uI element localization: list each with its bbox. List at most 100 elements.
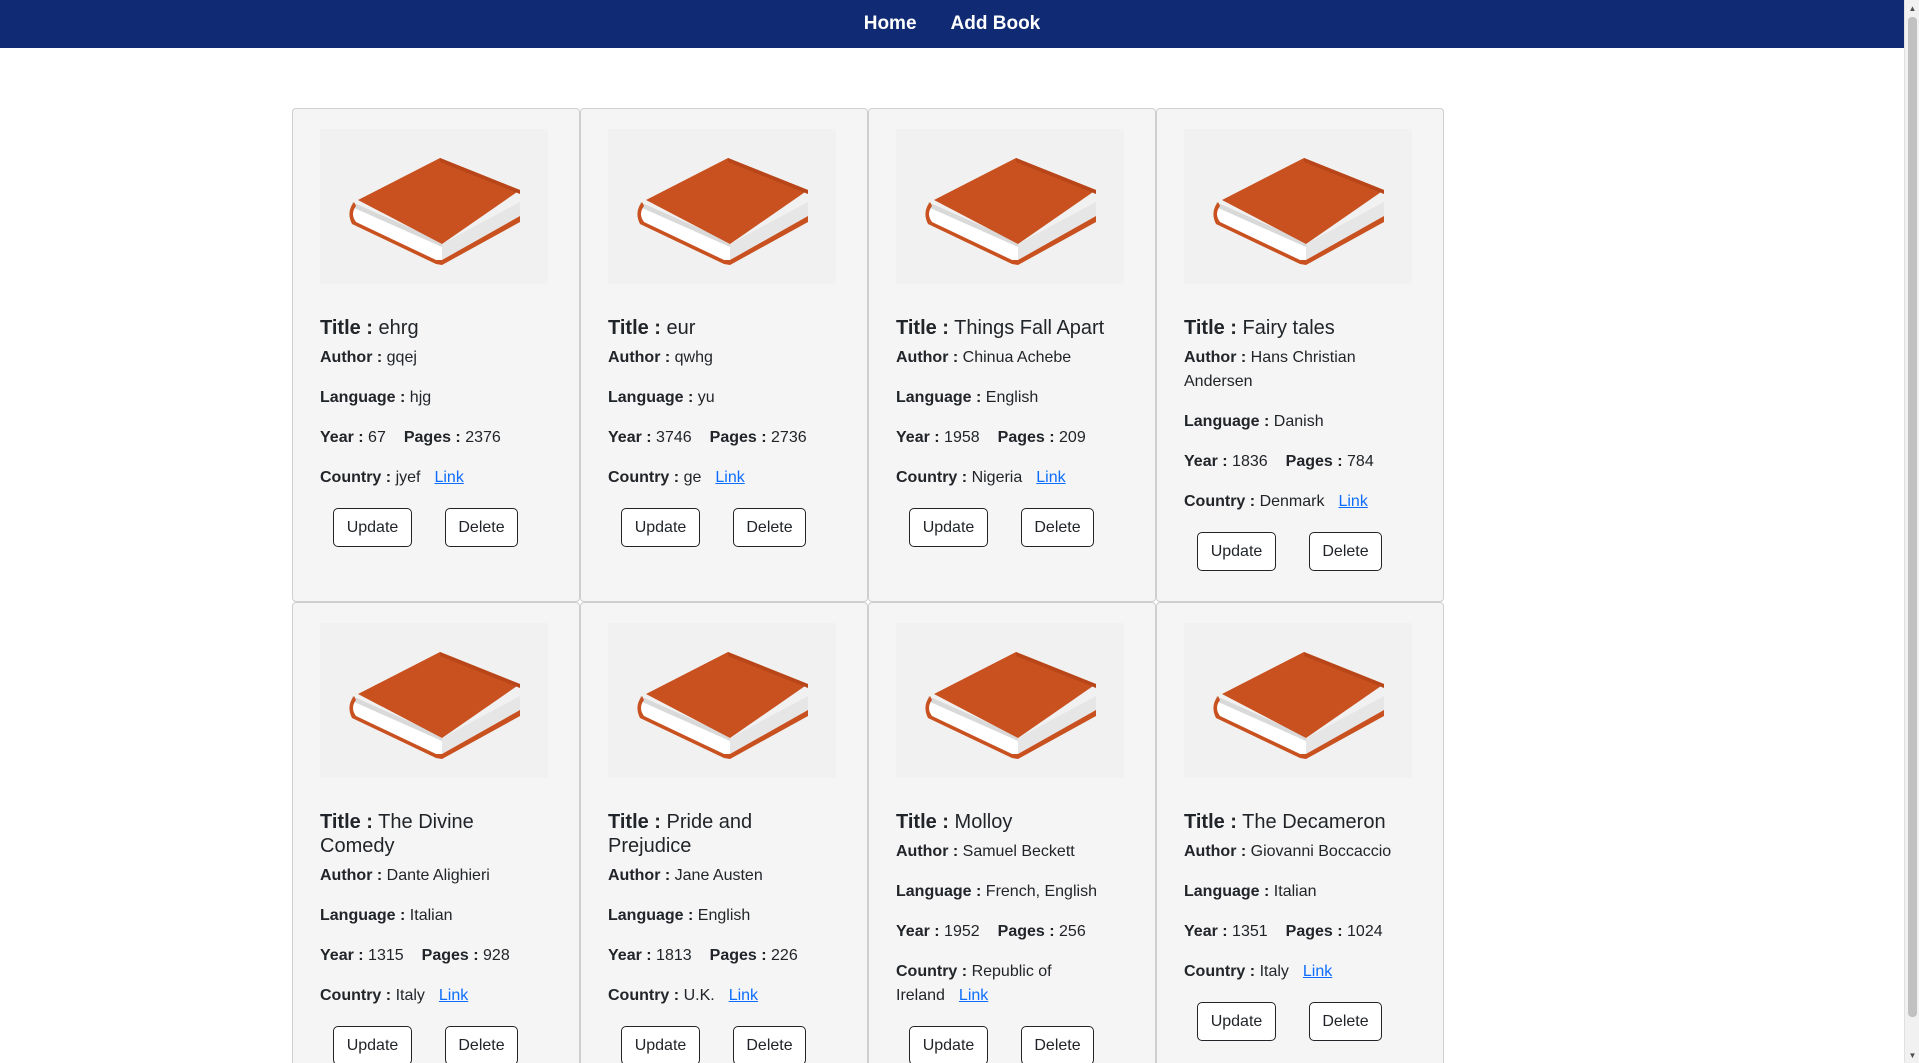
book-card: Title : Molloy Author : Samuel Beckett L… — [868, 602, 1156, 1063]
author-label: Author : — [1184, 843, 1247, 860]
update-button[interactable]: Update — [1197, 532, 1276, 571]
pages-label: Pages : — [997, 429, 1055, 446]
book-year-value: 1351 — [1232, 923, 1268, 940]
book-title: Title : Things Fall Apart — [896, 316, 1128, 340]
book-year-pages: Year : 67 Pages : 2376 — [320, 426, 552, 450]
title-label: Title : — [1184, 811, 1237, 833]
book-year-value: 1952 — [944, 923, 980, 940]
book-year-value: 67 — [368, 429, 386, 446]
pages-label: Pages : — [421, 947, 479, 964]
book-language-value: Italian — [1273, 883, 1317, 900]
book-icon — [925, 158, 1096, 265]
year-label: Year : — [1184, 453, 1228, 470]
book-country-value: U.K. — [683, 987, 715, 1004]
delete-button[interactable]: Delete — [445, 508, 518, 547]
book-link[interactable]: Link — [1303, 963, 1332, 980]
book-author-value: Dante Alighieri — [386, 867, 490, 884]
book-year-pages: Year : 1952 Pages : 256 — [896, 920, 1128, 944]
book-card: Title : Pride and Prejudice Author : Jan… — [580, 602, 868, 1063]
book-language: Language : English — [896, 386, 1128, 410]
book-link[interactable]: Link — [959, 987, 988, 1004]
book-year-value: 1315 — [368, 947, 404, 964]
delete-button[interactable]: Delete — [445, 1026, 518, 1063]
book-link[interactable]: Link — [1036, 469, 1065, 486]
update-button[interactable]: Update — [621, 1026, 700, 1063]
update-button[interactable]: Update — [621, 508, 700, 547]
update-button[interactable]: Update — [909, 508, 988, 547]
pages-label: Pages : — [403, 429, 461, 446]
book-title-value: ehrg — [378, 317, 419, 339]
book-author-value: Jane Austen — [674, 867, 763, 884]
book-title: Title : The Divine Comedy — [320, 810, 552, 858]
pages-label: Pages : — [709, 429, 767, 446]
book-year-pages: Year : 3746 Pages : 2736 — [608, 426, 840, 450]
book-year-pages: Year : 1813 Pages : 226 — [608, 944, 840, 968]
book-link[interactable]: Link — [715, 469, 744, 486]
book-grid: Title : ehrg Author : gqej Language : hj… — [292, 108, 1444, 1063]
book-country-value: ge — [683, 469, 702, 486]
card-actions: Update Delete — [896, 508, 1128, 547]
language-label: Language : — [320, 907, 406, 924]
book-title: Title : Pride and Prejudice — [608, 810, 840, 858]
book-card: Title : Fairy tales Author : Hans Christ… — [1156, 108, 1444, 602]
delete-button[interactable]: Delete — [1021, 1026, 1094, 1063]
book-author-value: qwhg — [674, 349, 713, 366]
scrollbar-thumb[interactable] — [1908, 17, 1917, 1017]
book-pages-value: 784 — [1347, 453, 1374, 470]
author-label: Author : — [1184, 349, 1247, 366]
book-card: Title : The Decameron Author : Giovanni … — [1156, 602, 1444, 1063]
book-link[interactable]: Link — [729, 987, 758, 1004]
country-label: Country : — [896, 963, 968, 980]
update-button[interactable]: Update — [909, 1026, 988, 1063]
card-actions: Update Delete — [320, 508, 552, 547]
update-button[interactable]: Update — [1197, 1002, 1276, 1041]
language-label: Language : — [1184, 413, 1270, 430]
pages-label: Pages : — [709, 947, 767, 964]
book-card: Title : eur Author : qwhg Language : yu … — [580, 108, 868, 602]
book-year-value: 3746 — [656, 429, 692, 446]
update-button[interactable]: Update — [333, 508, 412, 547]
book-cover-image — [896, 129, 1124, 284]
country-label: Country : — [608, 987, 680, 1004]
book-title-value: Molloy — [954, 811, 1013, 833]
scroll-down-arrow-icon[interactable]: ▼ — [1905, 1047, 1919, 1063]
book-country: Country : Republic of Ireland Link — [896, 960, 1128, 1008]
delete-button[interactable]: Delete — [733, 1026, 806, 1063]
card-actions: Update Delete — [320, 1026, 552, 1063]
book-title-value: eur — [666, 317, 696, 339]
book-country: Country : ge Link — [608, 466, 840, 490]
book-language: Language : yu — [608, 386, 840, 410]
update-button[interactable]: Update — [333, 1026, 412, 1063]
language-label: Language : — [320, 389, 406, 406]
year-label: Year : — [320, 947, 364, 964]
book-link[interactable]: Link — [434, 469, 463, 486]
nav-home-link[interactable]: Home — [864, 13, 917, 35]
delete-button[interactable]: Delete — [733, 508, 806, 547]
book-language-value: yu — [697, 389, 715, 406]
book-title-value: Things Fall Apart — [954, 317, 1105, 339]
title-label: Title : — [608, 317, 661, 339]
scroll-up-arrow-icon[interactable]: ▲ — [1905, 0, 1919, 16]
delete-button[interactable]: Delete — [1021, 508, 1094, 547]
language-label: Language : — [608, 389, 694, 406]
book-pages-value: 1024 — [1347, 923, 1383, 940]
book-language-value: English — [985, 389, 1039, 406]
title-label: Title : — [896, 811, 949, 833]
book-language: Language : hjg — [320, 386, 552, 410]
book-cover-image — [608, 623, 836, 778]
book-link[interactable]: Link — [1338, 493, 1367, 510]
book-cover-image — [320, 129, 548, 284]
card-actions: Update Delete — [1184, 1002, 1416, 1041]
delete-button[interactable]: Delete — [1309, 532, 1382, 571]
book-year-pages: Year : 1351 Pages : 1024 — [1184, 920, 1416, 944]
nav-add-book-link[interactable]: Add Book — [951, 13, 1041, 35]
delete-button[interactable]: Delete — [1309, 1002, 1382, 1041]
book-author: Author : Giovanni Boccaccio — [1184, 840, 1416, 864]
book-pages-value: 209 — [1059, 429, 1086, 446]
book-pages-value: 2376 — [465, 429, 501, 446]
book-year-pages: Year : 1958 Pages : 209 — [896, 426, 1128, 450]
book-link[interactable]: Link — [439, 987, 468, 1004]
author-label: Author : — [320, 349, 383, 366]
vertical-scrollbar[interactable]: ▲ ▼ — [1904, 0, 1919, 1063]
book-language-value: Danish — [1273, 413, 1324, 430]
